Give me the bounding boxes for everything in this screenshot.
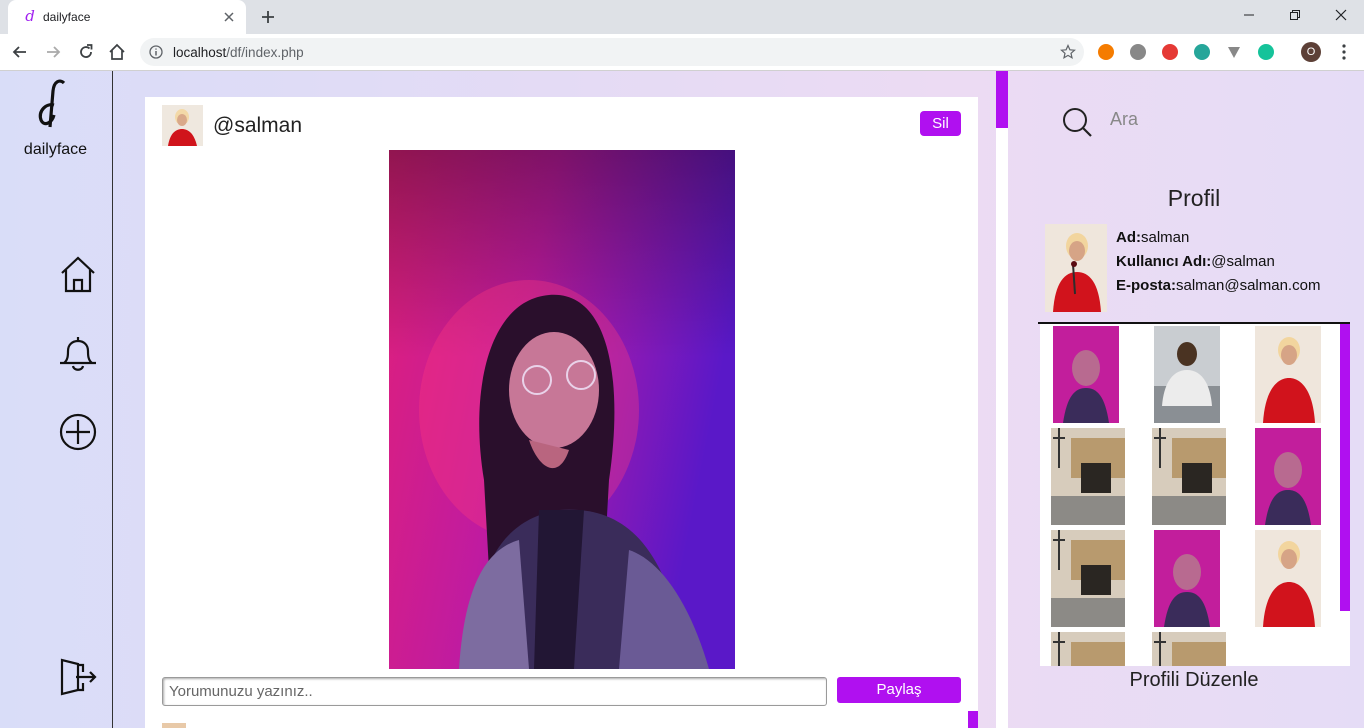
profile-info: Ad:salman Kullanıcı Adı:@salman E-posta:… [1116, 226, 1320, 298]
bookmark-star-icon[interactable] [1060, 44, 1076, 60]
url-text: localhost/df/index.php [173, 45, 304, 60]
grid-thumb-4[interactable] [1040, 426, 1138, 525]
post-author-avatar[interactable] [162, 105, 203, 146]
forward-arrow-icon[interactable] [43, 42, 63, 62]
close-window-button[interactable] [1318, 0, 1364, 30]
post-image [389, 150, 735, 669]
profile-username-row: Kullanıcı Adı:@salman [1116, 250, 1320, 274]
email-value: salman@salman.com [1176, 277, 1321, 294]
restore-button[interactable] [1272, 0, 1318, 30]
post-scrollbar-thumb[interactable] [968, 711, 978, 728]
feed-scrollbar-thumb[interactable] [996, 71, 1008, 128]
extension-icon-1[interactable] [1098, 44, 1114, 60]
grid-thumb-5[interactable] [1141, 426, 1239, 525]
browser-tab[interactable]: d dailyface [8, 0, 246, 34]
address-bar[interactable]: localhost/df/index.php [140, 38, 1084, 66]
browser-toolbar: localhost/df/index.php O [0, 34, 1364, 71]
post-card: @salman Sil Yorumunuzu yazınız.. Paylaş [145, 97, 978, 728]
add-circle-icon[interactable] [58, 412, 98, 452]
page: dailyface @salman Sil Yorumunuzu yazınız… [0, 71, 1364, 728]
delete-post-button[interactable]: Sil [920, 111, 961, 136]
name-label: Ad: [1116, 229, 1141, 246]
grid-thumb-10[interactable] [1040, 630, 1138, 666]
right-sidebar: Ara Profil Ad:salman Kullanıcı Adı:@salm… [1008, 71, 1364, 728]
share-comment-button[interactable]: Paylaş [837, 677, 961, 703]
profile-name-row: Ad:salman [1116, 226, 1320, 250]
grid-thumb-2[interactable] [1141, 324, 1239, 423]
logo-mark-icon[interactable] [34, 75, 78, 135]
extension-icon-4[interactable] [1194, 44, 1210, 60]
minimize-button[interactable] [1226, 0, 1272, 30]
close-tab-icon[interactable] [220, 8, 238, 26]
grid-thumb-7[interactable] [1040, 528, 1138, 627]
extension-icon-3[interactable] [1162, 44, 1178, 60]
url-host: localhost [173, 45, 227, 60]
minimize-icon [1244, 14, 1254, 16]
feed-scrollbar[interactable] [996, 71, 1008, 728]
back-arrow-icon[interactable] [10, 42, 30, 62]
url-path: /df/index.php [226, 45, 304, 60]
username-value: @salman [1211, 253, 1275, 270]
logo-text: dailyface [23, 141, 88, 158]
info-icon[interactable] [149, 45, 163, 59]
tab-title: dailyface [43, 10, 91, 24]
extension-icon-5[interactable] [1226, 44, 1242, 60]
close-icon [1335, 9, 1347, 21]
extension-icon-2[interactable] [1130, 44, 1146, 60]
edit-profile-link[interactable]: Profili Düzenle [1008, 669, 1364, 692]
bell-icon[interactable] [58, 333, 98, 373]
grid-thumb-9[interactable] [1242, 528, 1340, 627]
search-field[interactable]: Ara [1110, 109, 1138, 130]
profile-email-row: E-posta:salman@salman.com [1116, 274, 1320, 298]
name-value: salman [1141, 229, 1190, 246]
grid-scrollbar[interactable] [1340, 324, 1350, 666]
grammarly-icon[interactable] [1258, 44, 1274, 60]
home-icon[interactable] [58, 254, 98, 294]
profile-avatar[interactable]: O [1301, 42, 1321, 62]
username-label: Kullanıcı Adı: [1116, 253, 1212, 270]
grid-thumb-6[interactable] [1242, 426, 1340, 525]
email-label: E-posta: [1116, 277, 1176, 294]
left-sidebar: dailyface [0, 71, 113, 728]
restore-icon [1290, 10, 1300, 20]
new-tab-icon[interactable] [258, 7, 278, 27]
favicon-icon: d [25, 7, 35, 25]
profile-heading: Profil [1167, 185, 1221, 211]
profile-photo [1045, 224, 1107, 312]
profile-photo-grid [1040, 324, 1350, 666]
search-icon[interactable] [1060, 105, 1094, 139]
grid-thumb-3[interactable] [1242, 324, 1340, 423]
post-username[interactable]: @salman [213, 114, 302, 138]
logout-icon[interactable] [58, 657, 98, 697]
grid-scrollbar-thumb[interactable] [1340, 324, 1350, 611]
next-post-avatar [162, 723, 186, 728]
grid-thumb-8[interactable] [1141, 528, 1239, 627]
grid-thumb-1[interactable] [1040, 324, 1138, 423]
browser-tab-bar: d dailyface [0, 0, 1364, 34]
menu-dots-icon[interactable] [1336, 43, 1352, 61]
comment-input[interactable] [162, 677, 827, 706]
grid-thumb-11[interactable] [1141, 630, 1239, 666]
reload-icon[interactable] [76, 42, 96, 62]
home-page-icon[interactable] [107, 42, 127, 62]
